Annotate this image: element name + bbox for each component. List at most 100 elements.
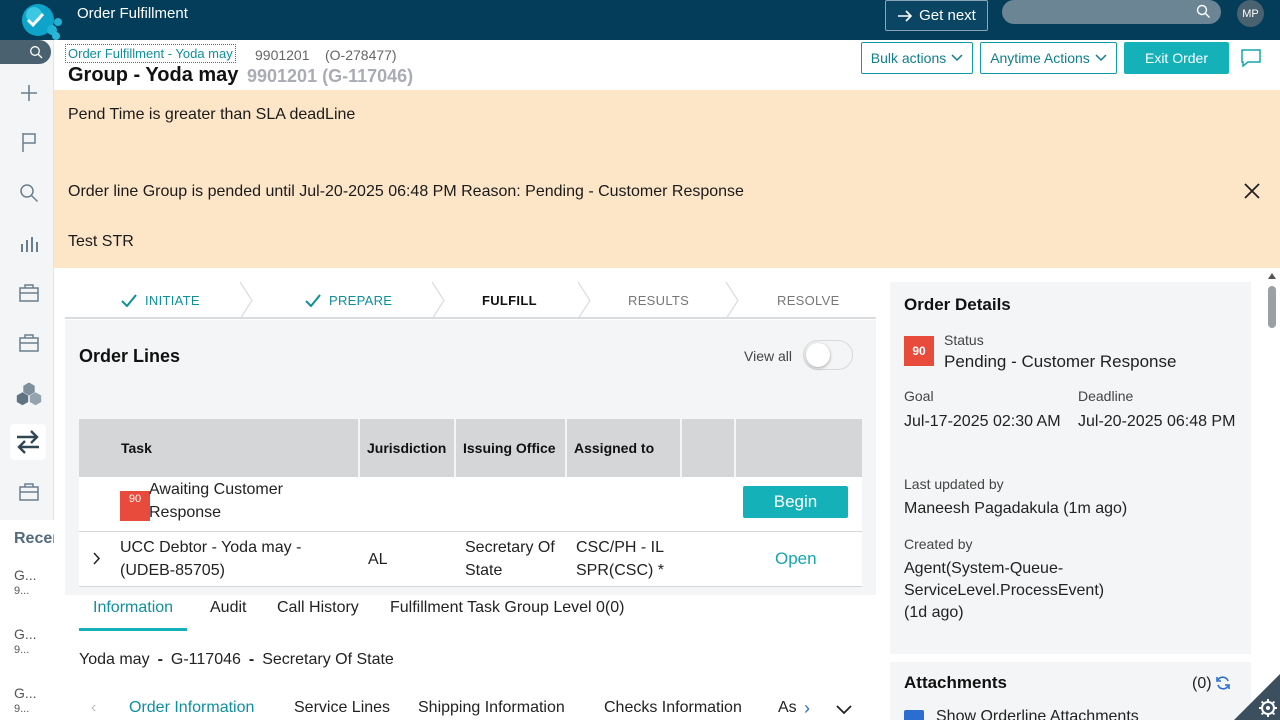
column-header-task[interactable]: Task	[79, 419, 360, 477]
deadline-value: Jul-20-2025 06:48 PM	[1078, 413, 1236, 430]
begin-button[interactable]: Begin	[743, 486, 848, 518]
step-resolve[interactable]: RESOLVE	[777, 282, 840, 318]
subtab-service-lines[interactable]: Service Lines	[294, 699, 390, 717]
last-updated-value: Maneesh Pagadakula (1m ago)	[904, 500, 1128, 517]
exit-order-button[interactable]: Exit Order	[1124, 42, 1229, 74]
info-summary: Yoda may - G-117046 - Secretary Of State	[79, 651, 394, 669]
alert-message: Test STR	[68, 233, 134, 250]
get-next-button[interactable]: Get next	[885, 0, 988, 31]
step-prepare[interactable]: PREPARE	[305, 282, 392, 318]
last-updated-label: Last updated by	[904, 476, 1004, 492]
subtab-order-information[interactable]: Order Information	[129, 699, 254, 717]
breadcrumb-order-id: (O-278477)	[325, 47, 397, 63]
briefcase-icon[interactable]	[16, 280, 42, 306]
jurisdiction-value: AL	[368, 551, 388, 568]
arrow-right-icon	[898, 9, 913, 22]
page-scrollbar[interactable]	[1264, 272, 1280, 720]
table-row: UCC Debtor - Yoda may - (UDEB-85705) AL …	[79, 532, 862, 587]
chevron-right-icon[interactable]: ›	[804, 698, 810, 719]
briefcase-icon[interactable]	[16, 479, 42, 505]
tab-call-history[interactable]: Call History	[277, 599, 359, 629]
pend-alert-banner: Pend Time is greater than SLA deadLine O…	[54, 90, 1280, 268]
bar-chart-icon[interactable]	[16, 231, 42, 257]
search-icon[interactable]	[16, 180, 42, 206]
info-office: Secretary Of State	[262, 651, 394, 668]
info-group-id: G-117046	[170, 651, 241, 668]
chevron-left-icon[interactable]: ‹	[91, 699, 96, 717]
tab-audit[interactable]: Audit	[210, 599, 246, 629]
plus-icon[interactable]	[16, 80, 42, 106]
attachments-panel: Attachments (0) Show Orderline Attachmen…	[890, 662, 1251, 720]
recent-item[interactable]: G... 9...	[14, 626, 36, 656]
step-fulfill[interactable]: FULFILL	[482, 282, 537, 318]
settings-gear-icon[interactable]	[1234, 674, 1280, 720]
step-results[interactable]: RESULTS	[628, 282, 689, 318]
refresh-icon[interactable]	[1215, 675, 1231, 696]
scroll-up-arrow[interactable]	[1268, 273, 1276, 279]
separator: -	[248, 651, 255, 668]
breadcrumb-id: 9901201	[255, 47, 310, 63]
page-title: Group - Yoda may	[68, 64, 239, 86]
status-label: Status	[944, 332, 984, 348]
order-details-title: Order Details	[904, 295, 1011, 314]
cubes-icon[interactable]	[16, 380, 42, 406]
briefcase-icon[interactable]	[16, 330, 42, 356]
info-subtabs: ‹ Order Information Service Lines Shippi…	[65, 696, 876, 720]
created-by-label: Created by	[904, 536, 973, 552]
global-search-input[interactable]	[1002, 0, 1221, 24]
open-link[interactable]: Open	[775, 549, 817, 569]
toggle-knob	[806, 343, 830, 367]
checkbox-label: Show Orderline Attachments	[936, 708, 1139, 720]
close-icon[interactable]	[1244, 183, 1260, 204]
alert-message: Order line Group is pended until Jul-20-…	[68, 183, 744, 200]
anytime-actions-button[interactable]: Anytime Actions	[980, 42, 1117, 74]
recent-item[interactable]: G... 9...	[14, 685, 36, 715]
bulk-actions-button[interactable]: Bulk actions	[861, 42, 973, 74]
recent-heading: Recent	[14, 530, 54, 547]
created-by-value: ServiceLevel.ProcessEvent)	[904, 582, 1105, 599]
get-next-label: Get next	[919, 7, 976, 24]
step-initiate[interactable]: INITIATE	[121, 282, 200, 318]
scrollbar-thumb[interactable]	[1268, 286, 1276, 328]
column-header-assigned-to[interactable]: Assigned to	[567, 419, 682, 477]
view-all-toggle[interactable]	[803, 340, 853, 370]
assigned-to-value: CSC/PH - IL SPR(CSC) *	[576, 539, 665, 579]
chevron-right-icon[interactable]	[93, 552, 101, 570]
attachments-count: (0)	[1192, 675, 1212, 692]
chevron-down-icon[interactable]	[836, 702, 852, 720]
subtab-checks-information[interactable]: Checks Information	[604, 699, 742, 717]
user-avatar[interactable]: MP	[1237, 0, 1264, 27]
urgency-badge: 90	[120, 491, 150, 521]
chat-icon[interactable]	[1240, 48, 1262, 73]
page-subtitle: 9901201 (G-117046)	[247, 66, 414, 86]
subtab-more[interactable]: As	[778, 699, 797, 717]
check-icon	[305, 293, 321, 307]
separator: -	[157, 651, 163, 668]
show-orderline-attachments-checkbox[interactable]	[904, 710, 924, 720]
flag-icon[interactable]	[16, 129, 42, 155]
order-lines-table: Task Jurisdiction Issuing Office Assigne…	[79, 419, 862, 587]
recent-item[interactable]: G... 9...	[14, 567, 36, 597]
transfer-icon[interactable]	[10, 424, 46, 460]
status-value: Pending - Customer Response	[944, 352, 1177, 371]
search-icon[interactable]	[1196, 4, 1211, 24]
alert-message: Pend Time is greater than SLA deadLine	[68, 106, 356, 123]
subtab-shipping-information[interactable]: Shipping Information	[418, 699, 565, 717]
view-all-label: View all	[744, 348, 792, 364]
column-header-issuing-office[interactable]: Issuing Office	[456, 419, 567, 477]
task-name: UCC Debtor - Yoda may - (UDEB-85705)	[120, 539, 302, 579]
recent-panel: Recent G... 9... G... 9... G... 9...	[0, 520, 54, 720]
left-navigation: Recent G... 9... G... 9... G... 9...	[0, 40, 54, 720]
column-header-jurisdiction[interactable]: Jurisdiction	[360, 419, 456, 477]
tab-information[interactable]: Information	[79, 599, 188, 631]
stage-stepper: INITIATE PREPARE FULFILL RESULTS RESOLVE	[65, 282, 876, 319]
deadline-label: Deadline	[1078, 388, 1134, 404]
app-title: Order Fulfillment	[77, 5, 188, 22]
breadcrumb-order-link[interactable]: Order Fulfillment - Yoda may	[65, 44, 236, 63]
tab-fulfillment-task-group[interactable]: Fulfillment Task Group Level 0(0)	[390, 599, 624, 629]
info-name: Yoda may	[79, 651, 150, 668]
order-lines-title: Order Lines	[79, 346, 181, 366]
table-row: 90 Awaiting Customer Response Begin	[79, 477, 862, 532]
nav-search-button[interactable]	[0, 40, 51, 64]
app-logo[interactable]	[14, 0, 64, 40]
